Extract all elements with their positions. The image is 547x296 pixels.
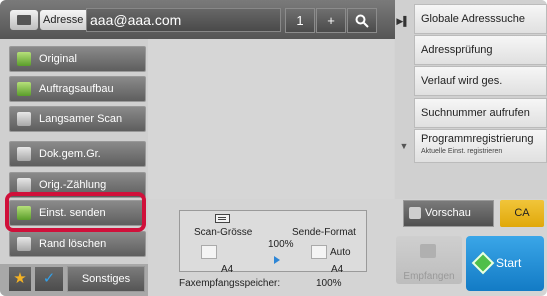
mixed-size-button[interactable]: Dok.gem.Gr. [9, 141, 146, 167]
address-bar: Adresse aaa@aaa.com 1 + [0, 0, 395, 39]
slow-scan-label: Langsamer Scan [39, 113, 123, 125]
history-button[interactable]: Verlauf wird ges. [414, 66, 547, 96]
original-count-label: Orig.-Zählung [39, 179, 107, 191]
mixed-size-label: Dok.gem.Gr. [39, 148, 101, 160]
arrow-right-icon [274, 256, 280, 264]
search-button[interactable] [347, 8, 377, 33]
original-label: Original [39, 53, 77, 65]
search-icon [355, 14, 369, 28]
send-format-label: Sende-Format [292, 227, 356, 238]
star-icon[interactable]: ★ [9, 267, 31, 291]
slow-scan-button[interactable]: Langsamer Scan [9, 106, 146, 132]
copier-screen: Adresse aaa@aaa.com 1 + Original Auftrag… [0, 0, 547, 296]
scroll-down-icon[interactable]: ▼ [397, 141, 411, 153]
main-area [148, 39, 394, 199]
program-registration-sublabel: Aktuelle Einst. registrieren [421, 148, 503, 155]
scan-size-value: A4 [221, 264, 234, 275]
checkmark-icon[interactable]: ✓ [35, 267, 63, 291]
fax-memory-label: Faxempfangsspeicher: [179, 278, 281, 289]
scan-size-label: Scan-Grösse [194, 227, 253, 238]
program-registration-label: Programmregistrierung [421, 133, 534, 145]
preview-label: Vorschau [425, 207, 471, 219]
address-book-icon [17, 15, 31, 25]
scanner-icon [17, 112, 31, 126]
preview-button[interactable]: Vorschau [403, 200, 494, 227]
document-stack-icon [17, 82, 31, 96]
highlight-frame [5, 192, 146, 232]
start-button[interactable]: Start [466, 236, 544, 291]
job-build-label: Auftragsaufbau [39, 83, 114, 95]
send-paper-icon [311, 245, 327, 259]
address-book-button[interactable] [10, 10, 38, 30]
preview-icon [409, 207, 421, 219]
clear-all-button[interactable]: CA [500, 200, 544, 227]
receive-button[interactable]: Empfangen [396, 236, 462, 284]
add-recipient-button[interactable]: + [316, 8, 346, 33]
other-button[interactable]: Sonstiges [67, 266, 145, 292]
global-address-search-button[interactable]: Globale Adresssuche [414, 4, 547, 34]
receive-icon [420, 244, 436, 258]
document-icon [17, 52, 31, 66]
call-search-number-button[interactable]: Suchnummer aufrufen [414, 98, 547, 128]
erase-button[interactable]: Rand löschen [9, 231, 146, 257]
start-icon [471, 251, 495, 275]
send-size-value: A4 [331, 264, 344, 275]
address-label[interactable]: Adresse [40, 10, 86, 30]
counter-icon [17, 178, 31, 192]
start-label: Start [496, 256, 522, 270]
fax-memory-value: 100% [316, 278, 342, 289]
mixed-size-icon [17, 147, 31, 161]
erase-label: Rand löschen [39, 238, 107, 250]
address-input[interactable]: aaa@aaa.com [86, 8, 281, 32]
collapse-panel-icon[interactable]: ▶▌ [395, 11, 411, 31]
send-format-value: Auto [330, 247, 351, 258]
erase-icon [17, 237, 31, 251]
scan-info-panel: Scan-Grösse Sende-Format 100% Auto A4 A4 [179, 210, 367, 275]
receive-label: Empfangen [403, 271, 455, 282]
job-build-button[interactable]: Auftragsaufbau [9, 76, 146, 102]
address-check-button[interactable]: Adressprüfung [414, 35, 547, 65]
ratio-value: 100% [268, 239, 294, 250]
scan-paper-icon [201, 245, 217, 259]
original-button[interactable]: Original [9, 46, 146, 72]
program-registration-button[interactable]: Programmregistrierung Aktuelle Einst. re… [414, 129, 547, 163]
original-document-icon [215, 214, 230, 223]
recipient-count[interactable]: 1 [285, 8, 315, 33]
